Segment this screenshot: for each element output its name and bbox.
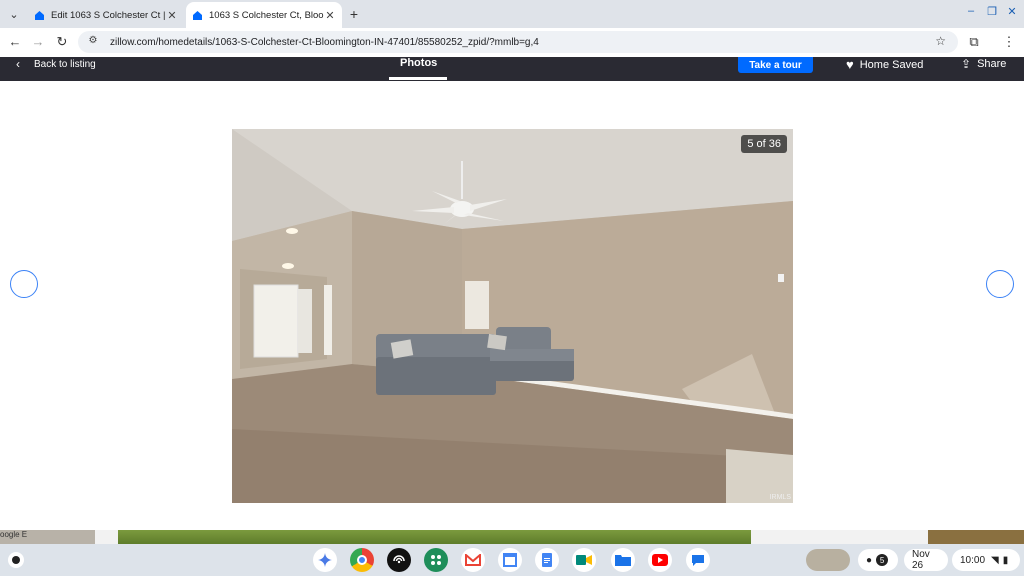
calendar-app-icon[interactable] xyxy=(498,548,522,572)
launcher-button[interactable] xyxy=(8,552,24,568)
share-label: Share xyxy=(977,58,1007,70)
site-info-icon[interactable]: ⚙ xyxy=(86,35,100,49)
address-bar[interactable]: ⚙ zillow.com/homedetails/1063-S-Colchest… xyxy=(78,31,958,53)
notification-tray[interactable]: ● 5 xyxy=(858,549,898,571)
browser-tabstrip: ⌄ Edit 1063 S Colchester Ct | Zillow ✕ 1… xyxy=(0,0,1024,28)
youtube-app-icon[interactable] xyxy=(648,548,672,572)
gmail-app-icon[interactable] xyxy=(461,548,485,572)
notification-count: 5 xyxy=(876,554,889,566)
browser-toolbar: ← → ↻ ⚙ zillow.com/homedetails/1063-S-Co… xyxy=(0,28,1024,57)
photo-counter: 5 of 36 xyxy=(741,135,787,153)
background-map: oogle E xyxy=(0,530,95,544)
restore-icon[interactable]: ❐ xyxy=(985,5,999,18)
close-tab-icon[interactable]: ✕ xyxy=(324,9,336,22)
do-not-disturb-icon: ● xyxy=(866,554,873,566)
background-photo xyxy=(118,530,751,544)
take-a-tour-button[interactable]: Take a tour xyxy=(738,57,813,73)
url-text: zillow.com/homedetails/1063-S-Colchester… xyxy=(110,36,539,48)
home-saved-label: Home Saved xyxy=(859,58,924,71)
extensions-puzzle-icon[interactable]: ⧉ xyxy=(966,34,982,50)
share-icon: ⇪ xyxy=(961,57,972,71)
photo-viewer: 5 of 36 IRMLS xyxy=(0,81,1024,530)
photo-viewer-header: ‹ Back to listing Photos Take a tour ♥ H… xyxy=(0,57,1024,81)
gemini-app-icon[interactable] xyxy=(313,548,337,572)
listing-photo[interactable]: 5 of 36 IRMLS xyxy=(232,129,793,503)
tab-search-chevron-icon[interactable]: ⌄ xyxy=(4,4,24,24)
zillow-favicon-icon xyxy=(192,10,203,21)
apps-grid-icon[interactable] xyxy=(424,548,448,572)
system-tray[interactable]: 10:00 ◥ ▮ xyxy=(952,549,1020,571)
new-tab-plus-icon[interactable]: + xyxy=(346,6,362,22)
heart-icon: ♥ xyxy=(846,57,854,72)
tab-title: 1063 S Colchester Ct, Bloomington xyxy=(209,9,324,21)
zillow-favicon-icon xyxy=(34,10,45,21)
messages-app-icon[interactable] xyxy=(686,548,710,572)
reload-icon[interactable]: ↻ xyxy=(54,34,70,50)
previous-photo-button[interactable] xyxy=(10,270,38,298)
back-to-listing-button[interactable]: ‹ Back to listing xyxy=(16,57,96,71)
os-shelf: ● 5 Nov 26 10:00 ◥ ▮ xyxy=(0,544,1024,576)
bookmark-star-icon[interactable]: ☆ xyxy=(935,34,946,48)
back-arrow-icon[interactable]: ← xyxy=(7,34,23,50)
active-tab-underline xyxy=(389,77,447,80)
share-button[interactable]: ⇪ Share xyxy=(961,57,1006,71)
home-saved-button[interactable]: ♥ Home Saved xyxy=(846,57,923,72)
chrome-app-icon[interactable] xyxy=(350,548,374,572)
back-to-listing-label: Back to listing xyxy=(34,58,96,70)
close-window-icon[interactable]: ✕ xyxy=(1005,5,1019,18)
living-room-photo xyxy=(232,129,793,503)
browser-menu-icon[interactable]: ⋮ xyxy=(1001,34,1017,50)
photo-watermark: IRMLS xyxy=(769,494,791,501)
clock-time: 10:00 xyxy=(960,554,986,566)
tab-title: Edit 1063 S Colchester Ct | Zillow xyxy=(51,9,166,21)
minimize-icon[interactable]: – xyxy=(964,5,978,17)
launcher-dot-icon xyxy=(12,556,20,564)
background-thumbnail xyxy=(928,530,1024,544)
tab-edit-listing[interactable]: Edit 1063 S Colchester Ct | Zillow ✕ xyxy=(28,2,184,28)
meet-app-icon[interactable] xyxy=(572,548,596,572)
wifi-icon: ◥ xyxy=(991,554,999,566)
forward-arrow-icon[interactable]: → xyxy=(30,34,46,50)
holding-space-thumbnail[interactable] xyxy=(806,549,850,571)
tab-photos[interactable]: Photos xyxy=(400,57,437,69)
files-app-icon[interactable] xyxy=(611,548,635,572)
chevron-left-icon: ‹ xyxy=(16,57,20,71)
date-tray[interactable]: Nov 26 xyxy=(904,549,948,571)
podcast-app-icon[interactable] xyxy=(387,548,411,572)
background-listing-strip: oogle E xyxy=(0,530,1024,544)
next-photo-button[interactable] xyxy=(986,270,1014,298)
docs-app-icon[interactable] xyxy=(535,548,559,572)
close-tab-icon[interactable]: ✕ xyxy=(166,9,178,22)
battery-icon: ▮ xyxy=(1002,554,1009,566)
tab-listing[interactable]: 1063 S Colchester Ct, Bloomington ✕ xyxy=(186,2,342,28)
